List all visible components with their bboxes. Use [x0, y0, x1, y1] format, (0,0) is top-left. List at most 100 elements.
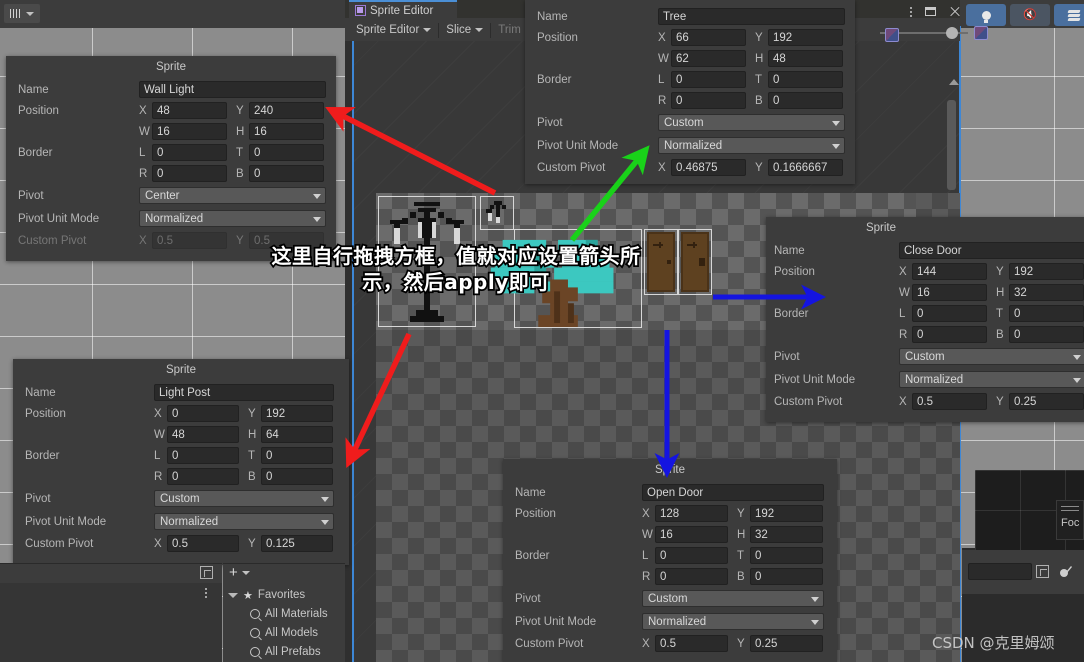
pivot-dropdown[interactable]: Custom — [899, 348, 1084, 365]
pivot-unit-mode-dropdown[interactable]: Normalized — [154, 513, 334, 530]
position-h-field[interactable]: 64 — [261, 426, 333, 443]
maximize-icon[interactable] — [925, 7, 936, 16]
border-b-field[interactable]: 0 — [750, 568, 823, 585]
position-y-field[interactable]: 192 — [1009, 263, 1084, 280]
tab-sprite-editor[interactable]: Sprite Editor — [349, 0, 457, 19]
position-x-field[interactable]: 128 — [655, 505, 728, 522]
zoom-slider-row[interactable] — [860, 26, 988, 40]
border-l-field[interactable]: 0 — [671, 71, 746, 88]
border-t-field[interactable]: 0 — [261, 447, 333, 464]
custom-pivot-x-field[interactable]: 0.5 — [655, 635, 728, 652]
kebab-icon[interactable] — [910, 6, 912, 17]
custom-pivot-x-field[interactable]: 0.5 — [912, 393, 987, 410]
pivot-dropdown[interactable]: Center — [139, 187, 326, 204]
scroll-up-arrow[interactable] — [949, 79, 959, 85]
position-w-field[interactable]: 48 — [167, 426, 239, 443]
custom-pivot-y-field[interactable]: 0.1666667 — [768, 159, 843, 176]
custom-pivot-y-field[interactable]: 0.25 — [1009, 393, 1084, 410]
border-l-field[interactable]: 0 — [167, 447, 239, 464]
tree-item-favorites[interactable]: ★ Favorites — [223, 587, 345, 603]
sprite-panel-close-door[interactable]: Sprite Name Close Door Position X 144 Y … — [766, 217, 1084, 422]
zoom-in-icon[interactable] — [974, 26, 988, 40]
name-field[interactable]: Tree — [658, 8, 845, 25]
border-l-field[interactable]: 0 — [152, 144, 227, 161]
pivot-dropdown[interactable]: Custom — [154, 490, 334, 507]
border-t-field[interactable]: 0 — [750, 547, 823, 564]
sprite-panel-tree[interactable]: Name Tree Position X 66 Y 192 W 62 H 48 … — [525, 0, 855, 184]
border-t-field[interactable]: 0 — [1009, 305, 1084, 322]
custom-pivot-x-field[interactable]: 0.46875 — [671, 159, 746, 176]
pivot-unit-mode-dropdown[interactable]: Normalized — [899, 371, 1084, 388]
position-y-field[interactable]: 240 — [249, 102, 324, 119]
lighting-toggle-button[interactable] — [966, 4, 1006, 26]
border-r-field[interactable]: 0 — [671, 92, 746, 109]
border-r-field[interactable]: 0 — [167, 468, 239, 485]
sprite-editor-menu-label: Sprite Editor — [356, 24, 420, 36]
sprite-editor-menu-button[interactable]: Sprite Editor — [349, 21, 438, 39]
custom-pivot-x-field[interactable]: 0.5 — [167, 535, 239, 552]
pivot-unit-mode-dropdown[interactable]: Normalized — [642, 613, 824, 630]
name-field[interactable]: Close Door — [899, 242, 1084, 259]
border-b-field[interactable]: 0 — [1009, 326, 1084, 343]
slice-menu-button[interactable]: Slice — [439, 21, 490, 39]
position-h-field[interactable]: 32 — [750, 526, 823, 543]
add-asset-button[interactable]: + — [229, 565, 250, 580]
effects-toggle-button[interactable] — [1054, 4, 1084, 26]
position-h-field[interactable]: 32 — [1009, 284, 1084, 301]
position-x-field[interactable]: 0 — [167, 405, 239, 422]
name-field[interactable]: Open Door — [642, 484, 824, 501]
scene-tool-dropdown[interactable] — [4, 4, 40, 23]
pivot-unit-mode-dropdown[interactable]: Normalized — [139, 210, 326, 227]
border-l-field[interactable]: 0 — [655, 547, 728, 564]
vertical-scrollbar-thumb[interactable] — [947, 100, 956, 190]
pivot-dropdown[interactable]: Custom — [658, 114, 845, 131]
audio-toggle-button[interactable]: 🔇 — [1010, 4, 1050, 26]
position-h-field[interactable]: 16 — [249, 123, 324, 140]
position-w-field[interactable]: 62 — [671, 50, 746, 67]
border-r-field[interactable]: 0 — [655, 568, 728, 585]
name-field[interactable]: Wall Light — [139, 81, 326, 98]
position-y-field[interactable]: 192 — [768, 29, 843, 46]
position-x-field[interactable]: 48 — [152, 102, 227, 119]
expand-icon-project[interactable] — [200, 566, 213, 579]
border-b-field[interactable]: 0 — [249, 165, 324, 182]
tree-item-all-models[interactable]: All Models — [223, 625, 345, 641]
right-panel-search-field[interactable] — [968, 563, 1032, 580]
border-r-field[interactable]: 0 — [152, 165, 227, 182]
position-w-field[interactable]: 16 — [655, 526, 728, 543]
name-field[interactable]: Light Post — [154, 384, 334, 401]
tree-item-all-materials[interactable]: All Materials — [223, 606, 345, 622]
tree-item-all-prefabs[interactable]: All Prefabs — [223, 644, 345, 660]
project-browser-tree[interactable]: ★ Favorites All Materials All Models All… — [223, 583, 345, 662]
trim-button[interactable]: Trim — [491, 21, 528, 39]
position-y-field[interactable]: 192 — [750, 505, 823, 522]
expand-icon-right[interactable] — [1036, 565, 1049, 578]
border-r-field[interactable]: 0 — [912, 326, 987, 343]
sphere-icon-right[interactable] — [1058, 563, 1074, 579]
chevron-down-icon[interactable] — [228, 592, 238, 598]
border-b-field[interactable]: 0 — [768, 92, 843, 109]
position-w-field[interactable]: 16 — [152, 123, 227, 140]
border-l-field[interactable]: 0 — [912, 305, 987, 322]
pivot-unit-mode-dropdown[interactable]: Normalized — [658, 137, 845, 154]
border-t-field[interactable]: 0 — [249, 144, 324, 161]
border-t-field[interactable]: 0 — [768, 71, 843, 88]
sprite-panel-light-post[interactable]: Sprite Name Light Post Position X 0 Y 19… — [13, 359, 349, 565]
zoom-out-chip[interactable] — [885, 28, 899, 42]
position-y-field[interactable]: 192 — [261, 405, 333, 422]
project-browser-left-body[interactable] — [0, 583, 222, 662]
position-h-field[interactable]: 48 — [768, 50, 843, 67]
position-w-field[interactable]: 16 — [912, 284, 987, 301]
close-icon[interactable] — [949, 6, 960, 17]
position-x-field[interactable]: 66 — [671, 29, 746, 46]
project-browser-overflow-icon[interactable] — [205, 588, 207, 598]
border-b-field[interactable]: 0 — [261, 468, 333, 485]
custom-pivot-y-field[interactable]: 0.125 — [261, 535, 333, 552]
sprite-panel-open-door[interactable]: Sprite Name Open Door Position X 128 Y 1… — [503, 459, 837, 662]
pivot-dropdown[interactable]: Custom — [642, 590, 824, 607]
zoom-slider-knob[interactable] — [946, 27, 958, 39]
sprite-panel-wall-light[interactable]: Sprite Name Wall Light Position X 48 Y 2… — [6, 56, 336, 261]
custom-pivot-y-field[interactable]: 0.25 — [750, 635, 823, 652]
position-x-field[interactable]: 144 — [912, 263, 987, 280]
focus-chip[interactable]: Foc — [1056, 500, 1084, 540]
